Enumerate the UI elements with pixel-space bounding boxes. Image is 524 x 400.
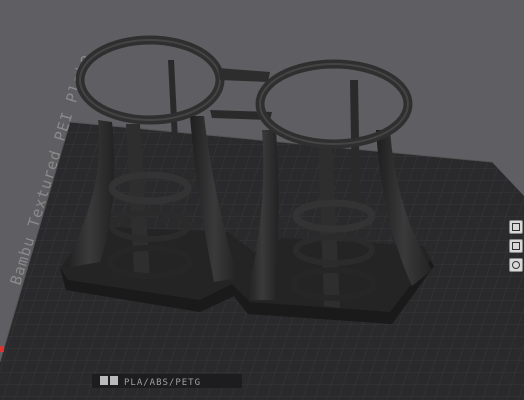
view-toolbar <box>508 218 524 277</box>
plate-spec-strip: PLA/ABS/PETG <box>92 374 242 388</box>
orient-icon[interactable] <box>509 258 523 272</box>
plate-spec-label: PLA/ABS/PETG <box>124 378 201 388</box>
view-top-icon[interactable] <box>509 239 523 253</box>
3d-viewport[interactable]: Bambu Textured PEI Plate PLA/ABS/PETG <box>0 0 524 400</box>
origin-marker <box>0 346 4 352</box>
view-front-icon[interactable] <box>509 220 523 234</box>
plate-logo-icon <box>100 376 108 385</box>
